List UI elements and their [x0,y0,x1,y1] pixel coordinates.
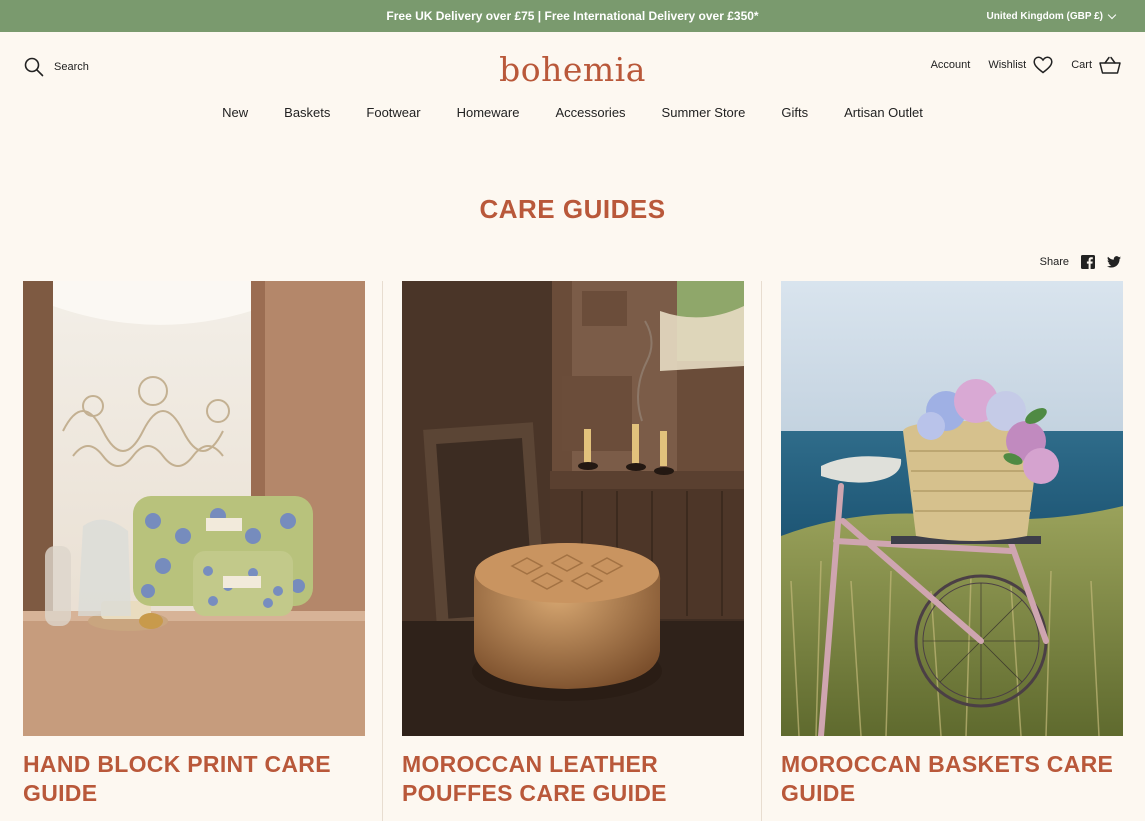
nav-item-gifts[interactable]: Gifts [781,105,808,120]
guide-image-hand-block-print[interactable] [23,281,365,736]
guide-image-leather-pouffes[interactable] [402,281,744,736]
cart-label: Cart [1071,59,1092,71]
wishlist-label: Wishlist [988,59,1027,71]
guide-title[interactable]: MOROCCAN LEATHER POUFFES CARE GUIDE [402,750,744,808]
account-link[interactable]: Account [931,59,971,71]
guide-title[interactable]: MOROCCAN BASKETS CARE GUIDE [781,750,1123,808]
twitter-icon[interactable] [1107,256,1121,268]
care-guides-grid: HAND BLOCK PRINT CARE GUIDE MOROCCAN LEA… [23,281,1123,808]
nav-item-baskets[interactable]: Baskets [284,105,330,120]
account-label: Account [930,59,971,71]
nav-item-homeware[interactable]: Homeware [457,105,520,120]
heart-icon [1033,56,1053,74]
page-title: CARE GUIDES [479,194,666,224]
nav-item-new[interactable]: New [222,105,248,120]
header-actions: Account Wishlist Cart [931,56,1121,74]
share-label: Share [1039,256,1069,268]
guide-card-leather-pouffes[interactable]: MOROCCAN LEATHER POUFFES CARE GUIDE [402,281,744,808]
guide-card-moroccan-baskets[interactable]: MOROCCAN BASKETS CARE GUIDE [781,281,1123,808]
guide-card-hand-block-print[interactable]: HAND BLOCK PRINT CARE GUIDE [23,281,365,808]
region-label: United Kingdom (GBP £) [986,10,1103,22]
share-bar: Share [1040,255,1121,269]
wishlist-link[interactable]: Wishlist [988,56,1053,74]
nav-item-summer-store[interactable]: Summer Store [662,105,746,120]
basket-icon [1099,56,1121,74]
nav-item-footwear[interactable]: Footwear [366,105,420,120]
site-header: Search bohemia Account Wishlist Cart [0,32,1145,102]
announcement-text: Free UK Delivery over £75 | Free Interna… [386,9,759,23]
nav-item-artisan-outlet[interactable]: Artisan Outlet [844,105,923,120]
chevron-down-icon [1107,10,1117,19]
main-nav: New Baskets Footwear Homeware Accessorie… [0,105,1145,120]
region-selector[interactable]: United Kingdom (GBP £) [986,0,1117,32]
guide-title[interactable]: HAND BLOCK PRINT CARE GUIDE [23,750,365,808]
nav-item-accessories[interactable]: Accessories [555,105,625,120]
facebook-icon[interactable] [1081,255,1095,269]
guide-image-moroccan-baskets[interactable] [781,281,1123,736]
cart-link[interactable]: Cart [1071,56,1121,74]
announcement-bar: Free UK Delivery over £75 | Free Interna… [0,0,1145,32]
